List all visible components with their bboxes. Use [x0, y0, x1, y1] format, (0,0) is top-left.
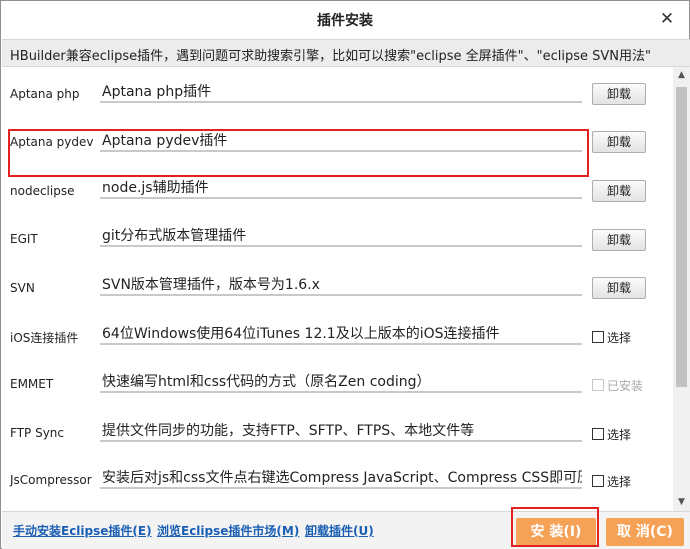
plugin-name: nodeclipse: [10, 184, 75, 198]
plugin-row-egit: EGIT git分布式版本管理插件 卸载: [2, 211, 673, 259]
plugin-row-jscompressor: JsCompressor 安装后对js和css文件点右键选Compress Ja…: [2, 451, 673, 499]
plugin-description-text: 安装后对js和css文件点右键选Compress JavaScript、Comp…: [102, 470, 582, 486]
plugin-description-text: 64位Windows使用64位iTunes 12.1及以上版本的iOS连接插件: [102, 326, 500, 342]
checkbox-label: 已安装: [607, 379, 644, 393]
plugin-name: FTP Sync: [10, 426, 64, 440]
checkbox-label: 选择: [607, 475, 632, 489]
plugin-description: 快速编写html和css代码的方式（原名Zen coding）: [100, 367, 582, 405]
plugin-description: 64位Windows使用64位iTunes 12.1及以上版本的iOS连接插件: [100, 319, 582, 357]
plugin-description: node.js辅助插件: [100, 175, 582, 213]
select-checkbox[interactable]: 选择: [591, 473, 651, 489]
list-scrollbar[interactable]: ▲ ▼: [673, 67, 690, 511]
manual-install-link[interactable]: 手动安装Eclipse插件(E): [13, 522, 152, 539]
uninstall-button[interactable]: 卸载: [592, 180, 646, 202]
plugin-install-dialog: 插件安装 ✕ HBuilder兼容eclipse插件，遇到问题可求助搜索引擎，比…: [0, 0, 690, 549]
description-underline: [100, 343, 582, 345]
plugin-row-aptana-pydev: Aptana pydev Aptana pydev插件 卸载: [2, 115, 673, 163]
checkbox-label: 选择: [607, 428, 632, 442]
plugin-row-aptana-php: Aptana php Aptana php插件 卸载: [2, 67, 673, 115]
uninstall-button[interactable]: 卸载: [592, 83, 646, 105]
plugin-description-text: 提供文件同步的功能，支持FTP、SFTP、FTPS、本地文件等: [102, 423, 475, 439]
plugin-description: git分布式版本管理插件: [100, 223, 582, 261]
plugin-name: iOS连接插件: [10, 331, 79, 345]
scroll-thumb[interactable]: [676, 87, 687, 387]
checkbox-box[interactable]: [592, 475, 604, 487]
notice-bar: HBuilder兼容eclipse插件，遇到问题可求助搜索引擎，比如可以搜索"e…: [2, 39, 690, 67]
plugin-name: Aptana php: [10, 87, 80, 101]
plugin-description-text: Aptana php插件: [102, 84, 212, 100]
plugin-row-emmet: EMMET 快速编写html和css代码的方式（原名Zen coding） 已安…: [2, 355, 673, 403]
installed-checkbox: 已安装: [591, 377, 651, 393]
description-underline: [100, 391, 582, 393]
select-checkbox[interactable]: 选择: [591, 426, 651, 442]
checkbox-box: [592, 379, 604, 391]
description-underline: [100, 294, 582, 296]
dialog-footer: 手动安装Eclipse插件(E) 浏览Eclipse插件市场(M) 卸载插件(U…: [2, 511, 690, 549]
plugin-description: SVN版本管理插件，版本号为1.6.x: [100, 271, 582, 309]
checkbox-box[interactable]: [592, 428, 604, 440]
scroll-up-icon[interactable]: ▲: [673, 67, 690, 84]
install-button[interactable]: 安 装(I): [516, 518, 596, 546]
plugin-description-text: node.js辅助插件: [102, 180, 209, 196]
description-underline: [100, 197, 582, 199]
plugin-description-text: git分布式版本管理插件: [102, 228, 247, 244]
dialog-title: 插件安装: [317, 13, 373, 29]
scroll-down-icon[interactable]: ▼: [673, 494, 690, 511]
plugin-list: Aptana php Aptana php插件 卸载 Aptana pydev …: [2, 67, 673, 511]
uninstall-button[interactable]: 卸载: [592, 277, 646, 299]
description-underline: [100, 440, 582, 442]
plugin-name: EGIT: [10, 232, 38, 246]
description-underline: [100, 245, 582, 247]
uninstall-plugin-link[interactable]: 卸载插件(U): [305, 522, 374, 539]
plugin-row-ftp-sync: FTP Sync 提供文件同步的功能，支持FTP、SFTP、FTPS、本地文件等…: [2, 403, 673, 451]
notice-text: HBuilder兼容eclipse插件，遇到问题可求助搜索引擎，比如可以搜索"e…: [10, 49, 651, 64]
description-underline: [100, 487, 582, 489]
plugin-description-text: Aptana pydev插件: [102, 133, 228, 149]
uninstall-button[interactable]: 卸载: [592, 131, 646, 153]
plugin-description: Aptana pydev插件: [100, 127, 582, 165]
title-bar: 插件安装 ✕: [1, 1, 689, 39]
plugin-row-ios-connect: iOS连接插件 64位Windows使用64位iTunes 12.1及以上版本的…: [2, 307, 673, 355]
plugin-name: SVN: [10, 281, 35, 295]
plugin-row-nodeclipse: nodeclipse node.js辅助插件 卸载: [2, 163, 673, 211]
cancel-button[interactable]: 取 消(C): [606, 518, 684, 546]
checkbox-box[interactable]: [592, 331, 604, 343]
checkbox-label: 选择: [607, 331, 632, 345]
close-icon[interactable]: ✕: [657, 9, 677, 29]
plugin-description: 提供文件同步的功能，支持FTP、SFTP、FTPS、本地文件等: [100, 415, 582, 453]
plugin-description-text: SVN版本管理插件，版本号为1.6.x: [102, 277, 320, 293]
plugin-row-svn: SVN SVN版本管理插件，版本号为1.6.x 卸载: [2, 259, 673, 307]
plugin-name: Aptana pydev: [10, 135, 94, 149]
plugin-name: EMMET: [10, 377, 54, 391]
uninstall-button[interactable]: 卸载: [592, 229, 646, 251]
select-checkbox[interactable]: 选择: [591, 329, 651, 345]
plugin-description: 安装后对js和css文件点右键选Compress JavaScript、Comp…: [100, 463, 582, 501]
description-underline: [100, 101, 582, 103]
browse-market-link[interactable]: 浏览Eclipse插件市场(M): [157, 522, 299, 539]
plugin-description-text: 快速编写html和css代码的方式（原名Zen coding）: [102, 374, 431, 390]
plugin-description: Aptana php插件: [100, 79, 582, 117]
plugin-name: JsCompressor: [10, 473, 92, 487]
description-underline: [100, 150, 582, 152]
